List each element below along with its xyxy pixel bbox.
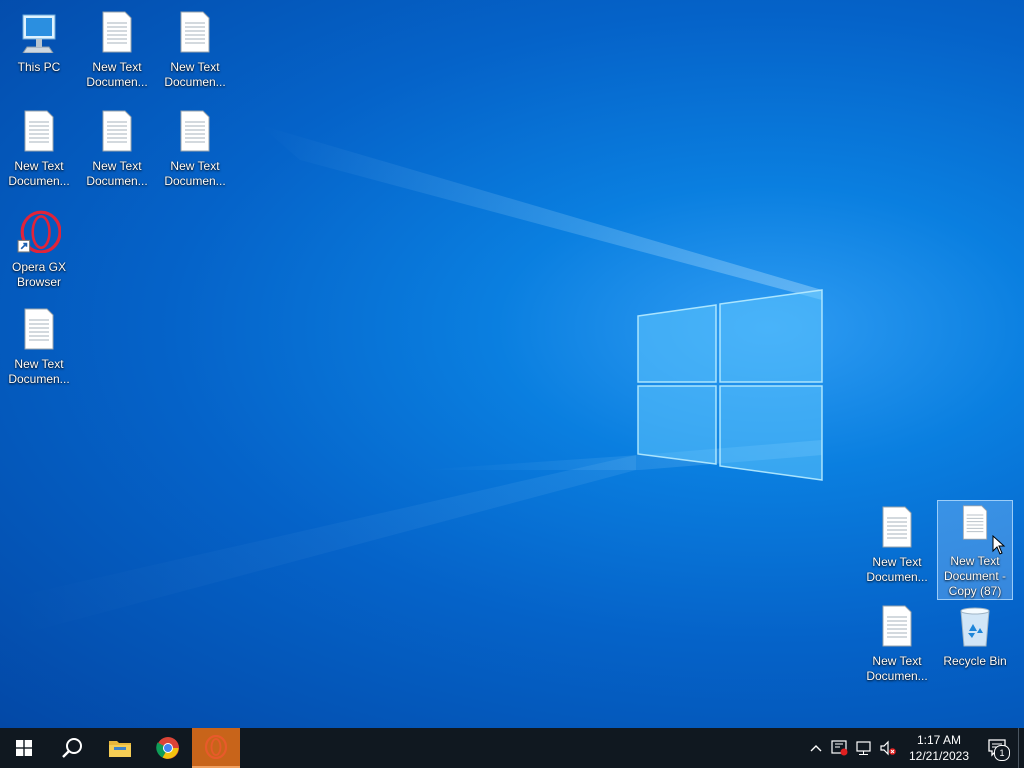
icon-label: New Text Documen... bbox=[86, 60, 148, 89]
desktop-icon-text-document[interactable]: New Text Documen... bbox=[157, 2, 233, 98]
security-tray-button[interactable] bbox=[828, 728, 852, 768]
desktop-icon-opera-gx[interactable]: Opera GX Browser bbox=[1, 200, 77, 296]
security-warning-icon bbox=[831, 740, 848, 756]
clock-time: 1:17 AM bbox=[916, 733, 962, 747]
volume-tray-button[interactable] bbox=[876, 728, 900, 768]
desktop-icon-this-pc[interactable]: This PC bbox=[1, 2, 77, 98]
opera-gx-icon bbox=[17, 210, 61, 253]
clock-date: 12/21/2023 bbox=[908, 749, 970, 763]
icon-label: Recycle Bin bbox=[943, 654, 1007, 668]
desktop-icon-text-document[interactable]: New Text Documen... bbox=[79, 101, 155, 197]
chrome-icon bbox=[156, 737, 179, 759]
text-document-icon bbox=[24, 110, 54, 152]
icon-label: New Text Documen... bbox=[866, 654, 928, 683]
text-document-icon bbox=[962, 505, 988, 540]
taskbar: 1:17 AM 12/21/2023 1 bbox=[0, 728, 1024, 768]
icon-label: New Text Documen... bbox=[164, 60, 226, 89]
clock[interactable]: 1:17 AM 12/21/2023 bbox=[904, 732, 974, 764]
desktop[interactable]: This PC New Text Documen... New Text Doc… bbox=[0, 0, 1024, 728]
search-icon bbox=[62, 738, 82, 758]
opera-gx-icon bbox=[204, 735, 228, 759]
icon-label: New Text Documen... bbox=[8, 159, 70, 188]
desktop-icon-text-document[interactable]: New Text Documen... bbox=[859, 596, 935, 692]
icon-label: Opera GX Browser bbox=[11, 260, 67, 289]
windows-logo-wallpaper bbox=[637, 289, 823, 481]
action-center-button[interactable]: 1 bbox=[978, 728, 1018, 768]
this-pc-icon bbox=[22, 14, 56, 53]
icon-label: New Text Document - Copy (87) bbox=[943, 554, 1007, 598]
show-hidden-icons-button[interactable] bbox=[804, 728, 828, 768]
text-document-icon bbox=[24, 308, 54, 350]
file-explorer-button[interactable] bbox=[96, 728, 144, 768]
opera-gx-button[interactable] bbox=[192, 728, 240, 768]
chevron-up-icon bbox=[810, 745, 822, 752]
text-document-icon bbox=[102, 110, 132, 152]
icon-label: New Text Documen... bbox=[866, 555, 928, 584]
text-document-icon bbox=[882, 605, 912, 647]
search-button[interactable] bbox=[48, 728, 96, 768]
network-tray-button[interactable] bbox=[852, 728, 876, 768]
text-document-icon bbox=[882, 506, 912, 548]
icon-label: This PC bbox=[17, 60, 61, 74]
icon-label: New Text Documen... bbox=[8, 357, 70, 386]
desktop-icon-text-document[interactable]: New Text Documen... bbox=[157, 101, 233, 197]
start-button[interactable] bbox=[0, 728, 48, 768]
show-desktop-button[interactable] bbox=[1018, 728, 1024, 768]
network-icon bbox=[856, 741, 871, 755]
text-document-icon bbox=[180, 110, 210, 152]
icon-label: New Text Documen... bbox=[164, 159, 226, 188]
windows-logo-icon bbox=[16, 740, 32, 756]
notification-count-badge: 1 bbox=[994, 745, 1010, 761]
desktop-icon-text-document[interactable]: New Text Documen... bbox=[79, 2, 155, 98]
recycle-bin-icon bbox=[960, 607, 990, 647]
chrome-button[interactable] bbox=[144, 728, 192, 768]
volume-muted-icon bbox=[880, 740, 896, 756]
mouse-cursor-icon bbox=[992, 535, 1006, 555]
desktop-icon-text-document[interactable]: New Text Documen... bbox=[1, 299, 77, 395]
desktop-icon-text-document[interactable]: New Text Documen... bbox=[1, 101, 77, 197]
text-document-icon bbox=[180, 11, 210, 53]
system-tray: 1:17 AM 12/21/2023 1 bbox=[804, 728, 1024, 768]
icon-label: New Text Documen... bbox=[86, 159, 148, 188]
desktop-icon-recycle-bin[interactable]: Recycle Bin bbox=[937, 596, 1013, 692]
desktop-icon-text-document[interactable]: New Text Documen... bbox=[859, 497, 935, 593]
text-document-icon bbox=[102, 11, 132, 53]
folder-icon bbox=[109, 741, 131, 757]
